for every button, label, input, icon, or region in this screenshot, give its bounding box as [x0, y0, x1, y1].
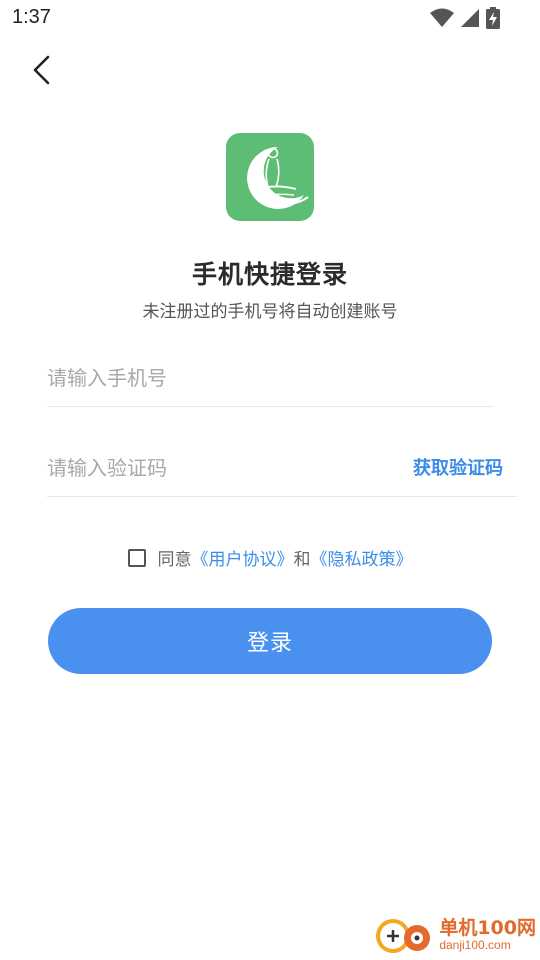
verification-code-input[interactable] [47, 440, 377, 496]
agreement-checkbox[interactable] [127, 548, 146, 567]
status-time: 1:37 [12, 6, 51, 28]
app-logo [226, 133, 314, 221]
wifi-icon [430, 8, 454, 27]
battery-charging-icon [486, 7, 500, 29]
signal-icon [461, 9, 479, 27]
watermark-text: 单机100网 [439, 916, 536, 939]
login-button[interactable]: 登录 [48, 608, 492, 674]
user-agreement-link[interactable]: 《用户协议》 [192, 545, 294, 570]
back-button[interactable] [24, 50, 64, 90]
status-icons [430, 7, 500, 29]
watermark: 单机100网 danji100.com [373, 912, 536, 958]
phone-input[interactable] [47, 350, 493, 406]
page-title: 手机快捷登录 [191, 260, 348, 289]
agreement-and: 和 [293, 550, 311, 570]
status-bar: 1:37 [0, 0, 540, 36]
privacy-policy-link[interactable]: 《隐私政策》 [311, 545, 413, 570]
danji100-logo [376, 919, 431, 953]
agreement-row: 同意 《用户协议》 和 《隐私政策》 [0, 545, 540, 570]
code-input-row: 获取验证码 [47, 440, 517, 497]
chevron-left-icon [33, 55, 50, 85]
watermark-url: danji100.com [439, 937, 511, 952]
phone-input-row [47, 350, 493, 407]
agreement-prefix: 同意 [157, 550, 192, 570]
massage-app-logo [247, 147, 309, 209]
page-subtitle: 未注册过的手机号将自动创建账号 [142, 302, 398, 322]
get-code-button[interactable]: 获取验证码 [413, 454, 503, 480]
